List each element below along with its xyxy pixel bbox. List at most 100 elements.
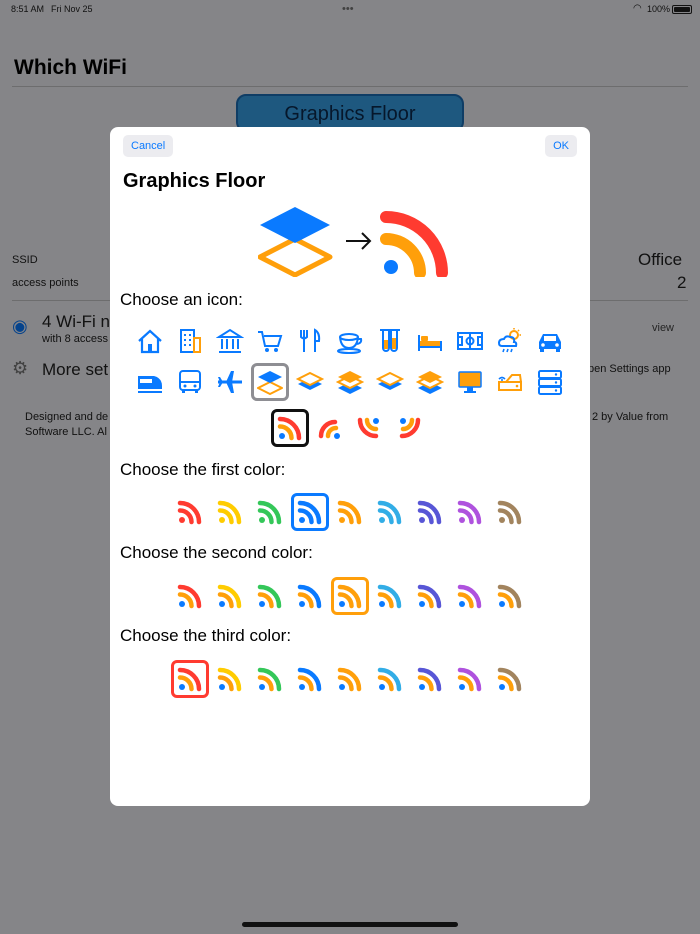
wifi-style-4[interactable] xyxy=(391,409,429,447)
wifi-style-3-glyph xyxy=(357,417,379,439)
choose-first-color-label: Choose the first color: xyxy=(120,460,286,479)
second-color-option[interactable] xyxy=(411,577,449,615)
third-color-option-glyph xyxy=(177,667,202,692)
first-color-option[interactable] xyxy=(491,493,529,531)
monitor-icon[interactable] xyxy=(451,363,489,401)
layers-icon-glyph xyxy=(336,371,364,394)
second-color-option[interactable] xyxy=(491,577,529,615)
coffee-cup-icon-glyph xyxy=(337,333,363,354)
first-color-option[interactable] xyxy=(251,493,289,531)
first-color-option-glyph xyxy=(417,500,442,525)
icon-row-2 xyxy=(110,363,590,401)
first-color-option[interactable] xyxy=(331,493,369,531)
third-color-option[interactable] xyxy=(251,660,289,698)
office-building-icon-glyph xyxy=(180,329,201,353)
ok-button[interactable]: OK xyxy=(545,135,577,157)
layers-icon[interactable] xyxy=(331,363,369,401)
layers-icon[interactable] xyxy=(251,363,289,401)
home-indicator xyxy=(242,922,458,927)
wifi-style-3[interactable] xyxy=(351,409,389,447)
server-icon[interactable] xyxy=(531,363,569,401)
layers-icon[interactable] xyxy=(291,363,329,401)
choose-icon-label: Choose an icon: xyxy=(120,290,243,309)
monitor-icon-glyph xyxy=(458,371,482,393)
third-color-option-glyph xyxy=(417,667,442,692)
third-color-option[interactable] xyxy=(211,660,249,698)
coffee-cup-icon[interactable] xyxy=(331,322,369,360)
third-color-option[interactable] xyxy=(331,660,369,698)
airplane-icon[interactable] xyxy=(211,363,249,401)
soccer-field-icon[interactable] xyxy=(451,322,489,360)
car-icon-glyph xyxy=(539,334,561,352)
second-color-row xyxy=(110,577,590,615)
wifi-style-2[interactable] xyxy=(311,409,349,447)
fork-knife-icon[interactable] xyxy=(291,322,329,360)
third-color-option[interactable] xyxy=(371,660,409,698)
house-icon[interactable] xyxy=(131,322,169,360)
second-color-option[interactable] xyxy=(451,577,489,615)
icon-picker-dialog: Cancel OK Graphics Floor Choose an icon:… xyxy=(110,127,590,806)
second-color-option-glyph xyxy=(377,584,402,609)
wifi-preview-icon xyxy=(380,211,448,277)
cancel-button[interactable]: Cancel xyxy=(123,135,174,157)
bus-icon[interactable] xyxy=(171,363,209,401)
first-color-option[interactable] xyxy=(371,493,409,531)
layers-icon-glyph xyxy=(416,371,444,394)
train-icon[interactable] xyxy=(131,363,169,401)
layers-icon[interactable] xyxy=(411,363,449,401)
bed-icon-glyph xyxy=(418,335,442,351)
third-color-option-glyph xyxy=(457,667,482,692)
third-color-option[interactable] xyxy=(171,660,209,698)
bed-icon[interactable] xyxy=(411,322,449,360)
first-color-row xyxy=(110,493,590,531)
dialog-title: Graphics Floor xyxy=(123,170,266,192)
second-color-option[interactable] xyxy=(251,577,289,615)
third-color-option[interactable] xyxy=(451,660,489,698)
first-color-option[interactable] xyxy=(171,493,209,531)
bank-icon[interactable] xyxy=(211,322,249,360)
bank-icon-glyph xyxy=(216,328,244,353)
second-color-option-glyph xyxy=(257,584,282,609)
second-color-option[interactable] xyxy=(331,577,369,615)
first-color-option-glyph xyxy=(497,500,522,525)
first-color-option[interactable] xyxy=(451,493,489,531)
second-color-option[interactable] xyxy=(211,577,249,615)
router-icon[interactable] xyxy=(491,363,529,401)
second-color-option[interactable] xyxy=(171,577,209,615)
wifi-style-4-glyph xyxy=(399,417,421,439)
office-building-icon[interactable] xyxy=(171,322,209,360)
third-color-option-glyph xyxy=(497,667,522,692)
weather-icon[interactable] xyxy=(491,322,529,360)
house-icon-glyph xyxy=(138,329,162,354)
icon-style-row xyxy=(110,409,590,447)
second-color-option[interactable] xyxy=(291,577,329,615)
shopping-cart-icon[interactable] xyxy=(251,322,289,360)
first-color-option-glyph xyxy=(457,500,482,525)
car-icon[interactable] xyxy=(531,322,569,360)
second-color-option-glyph xyxy=(457,584,482,609)
router-icon-glyph xyxy=(498,374,522,391)
first-color-option[interactable] xyxy=(411,493,449,531)
icon-preview xyxy=(258,207,448,277)
second-color-option-glyph xyxy=(337,584,362,609)
second-color-option-glyph xyxy=(497,584,522,609)
third-color-option-glyph xyxy=(297,667,322,692)
test-tubes-icon[interactable] xyxy=(371,322,409,360)
second-color-option-glyph xyxy=(297,584,322,609)
layers-icon-glyph xyxy=(376,371,404,390)
layers-icon[interactable] xyxy=(371,363,409,401)
third-color-row xyxy=(110,660,590,698)
third-color-option-glyph xyxy=(217,667,242,692)
wifi-style-1[interactable] xyxy=(271,409,309,447)
third-color-option[interactable] xyxy=(491,660,529,698)
second-color-option[interactable] xyxy=(371,577,409,615)
third-color-option[interactable] xyxy=(291,660,329,698)
second-color-option-glyph xyxy=(217,584,242,609)
third-color-option[interactable] xyxy=(411,660,449,698)
first-color-option[interactable] xyxy=(211,493,249,531)
third-color-option-glyph xyxy=(337,667,362,692)
choose-second-color-label: Choose the second color: xyxy=(120,543,313,562)
shopping-cart-icon-glyph xyxy=(258,331,283,352)
first-color-option-glyph xyxy=(337,500,362,525)
first-color-option[interactable] xyxy=(291,493,329,531)
